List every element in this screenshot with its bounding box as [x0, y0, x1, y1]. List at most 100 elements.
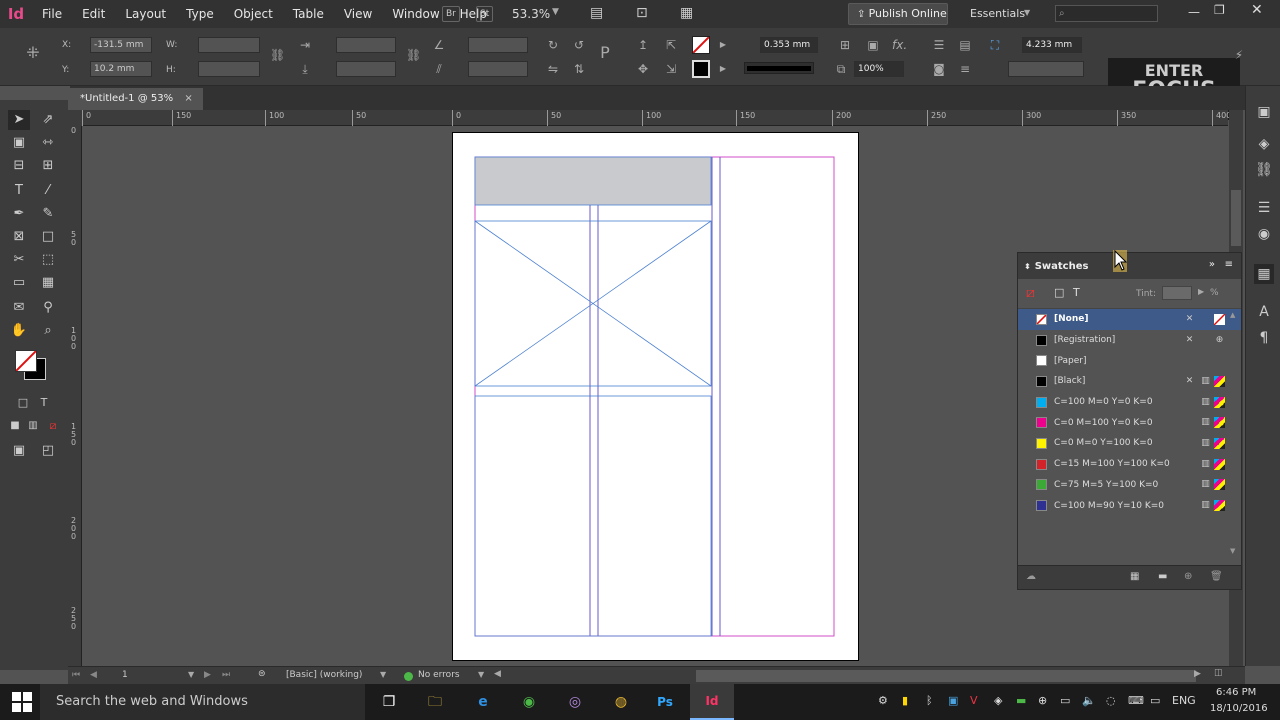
vertical-scroll-thumb[interactable] [1231, 190, 1241, 246]
swatches-panel-icon[interactable]: ▦ [1254, 264, 1274, 284]
first-page-icon[interactable]: ⏮ [72, 670, 80, 680]
master-label[interactable]: [Basic] (working) [286, 670, 362, 680]
keyboard-icon[interactable]: ⌨ [1128, 694, 1144, 707]
stroke-swatch[interactable] [692, 60, 710, 78]
tint-slider-icon[interactable]: ▶ [1198, 287, 1204, 296]
layers-panel-icon[interactable]: ◈ [1254, 134, 1274, 154]
height-field[interactable] [198, 61, 260, 77]
vertical-ruler[interactable]: 050100150200250 [68, 126, 82, 666]
stroke-dropdown-icon[interactable]: ▶ [716, 62, 730, 76]
clock-date[interactable]: 18/10/2016 [1210, 703, 1268, 714]
rotate-ccw-icon[interactable]: ↺ [572, 38, 586, 52]
zoom-tool-icon[interactable]: ⌕ [37, 321, 59, 341]
stroke-panel-icon[interactable]: ☰ [1254, 198, 1274, 218]
next-page-icon[interactable]: ▶ [204, 670, 211, 680]
last-page-icon[interactable]: ⏭ [222, 670, 230, 680]
formatting-container-icon[interactable]: □ [12, 393, 34, 413]
zoom-dropdown-icon[interactable]: ▼ [552, 7, 559, 17]
rotate-cw-icon[interactable]: ↻ [546, 38, 560, 52]
tray-app-icon-2[interactable]: ▮ [902, 694, 908, 707]
swatch-scrollbar[interactable]: ▲ ▼ [1230, 311, 1240, 555]
fill-swatch[interactable] [692, 36, 710, 54]
language-indicator[interactable]: ENG [1172, 694, 1196, 707]
view-options-icon[interactable]: ▤ [590, 5, 603, 21]
gap-tool-icon[interactable]: ⇿ [37, 133, 59, 153]
new-swatch-icon[interactable]: ⊕ [1184, 571, 1192, 582]
menu-type[interactable]: Type [176, 0, 224, 28]
text-wrap-none-icon[interactable]: ☰ [932, 38, 946, 52]
eyedropper-tool-icon[interactable]: ⚲ [37, 298, 59, 318]
tint-field[interactable] [1162, 286, 1192, 300]
selection-container-icon[interactable]: P [598, 45, 612, 61]
formatting-text-icon[interactable]: T [33, 393, 55, 413]
close-window-icon[interactable]: ✕ [1251, 2, 1263, 18]
clock-time[interactable]: 6:46 PM [1216, 687, 1256, 698]
text-wrap-shape-icon[interactable]: ◙ [932, 62, 946, 76]
select-next-icon[interactable]: ⇲ [664, 62, 678, 76]
search-input[interactable]: ⌕ [1055, 5, 1158, 22]
bluetooth-icon[interactable]: ᛒ [926, 694, 933, 707]
media-app-icon[interactable]: ◎ [562, 690, 588, 714]
swatch-views-icon[interactable]: ▦ [1130, 571, 1139, 582]
tray-app-icon-7[interactable]: ⊕ [1038, 694, 1047, 707]
previous-page-icon[interactable]: ◀ [90, 670, 97, 680]
document-tab-close-icon[interactable]: × [184, 93, 192, 104]
master-dropdown-icon[interactable]: ▼ [380, 670, 386, 679]
stroke-weight-field[interactable]: 0.353 mm [760, 37, 818, 53]
content-collector-icon[interactable]: ⊟ [8, 156, 30, 176]
frame-fitting-icon[interactable]: ⊞ [838, 38, 852, 52]
cortana-search-box[interactable]: Search the web and Windows [40, 684, 365, 720]
tray-app-icon-3[interactable]: ▣ [948, 694, 958, 707]
menu-object[interactable]: Object [224, 0, 283, 28]
scroll-left-icon[interactable]: ◀ [494, 669, 501, 679]
arrange-documents-icon[interactable]: ▦ [680, 5, 693, 21]
swatch-item[interactable]: [Black] ✕ ▥ [1018, 371, 1241, 392]
workspace-switcher[interactable]: Essentials [970, 7, 1025, 20]
view-toggle-icon[interactable]: ◫ [1214, 668, 1223, 678]
swatch-item[interactable]: [Registration] ✕ ⊕ [1018, 330, 1241, 351]
battery-icon[interactable]: ▭ [1060, 694, 1070, 707]
paragraph-styles-icon[interactable]: ¶ [1254, 328, 1274, 348]
photoshop-icon[interactable]: Ps [652, 690, 678, 714]
horizontal-ruler[interactable]: 0 150 100 50 0 50 100 150 200 250 300 350 400 [82, 110, 1231, 126]
swatch-item[interactable]: [Paper] [1018, 350, 1241, 371]
menu-file[interactable]: File [32, 0, 72, 28]
edge-browser-icon[interactable]: e [470, 690, 496, 714]
screen-mode-icon[interactable]: ⊡ [636, 5, 648, 21]
minimize-icon[interactable]: — [1188, 5, 1200, 19]
select-previous-icon[interactable]: ⇱ [664, 38, 678, 52]
fill-color-box[interactable] [15, 350, 37, 372]
content-placer-icon[interactable]: ⊞ [37, 156, 59, 176]
select-container-icon[interactable]: ↥ [636, 38, 650, 52]
menu-layout[interactable]: Layout [115, 0, 176, 28]
opacity-field[interactable]: 100% [854, 61, 904, 77]
scale-y-field[interactable] [336, 61, 396, 77]
note-tool-icon[interactable]: ✉ [8, 298, 30, 318]
zoom-level[interactable]: 53.3% [512, 7, 550, 21]
page-dropdown-icon[interactable]: ▼ [188, 670, 194, 679]
action-center-icon[interactable]: ▭ [1150, 694, 1160, 707]
type-tool-icon[interactable]: T [8, 181, 30, 201]
apply-none-icon[interactable]: ⧄ [42, 416, 64, 436]
pen-tool-icon[interactable]: ✒ [8, 204, 30, 224]
text-wrap-jump-icon[interactable]: ≡ [958, 62, 972, 76]
drop-shadow-icon[interactable]: ▣ [866, 38, 880, 52]
color-panel-icon[interactable]: ◉ [1254, 224, 1274, 244]
scroll-right-icon[interactable]: ▶ [1194, 669, 1201, 679]
hand-tool-icon[interactable]: ✋ [8, 321, 30, 341]
free-transform-tool-icon[interactable]: ⬚ [37, 250, 59, 270]
page-tool-icon[interactable]: ▣ [8, 133, 30, 153]
character-styles-icon[interactable]: A [1254, 302, 1274, 322]
flip-vertical-icon[interactable]: ⇅ [572, 62, 586, 76]
bridge-button[interactable]: Br [442, 6, 460, 22]
document-tab[interactable]: *Untitled-1 @ 53% × [70, 88, 203, 110]
scroll-down-icon[interactable]: ▼ [1230, 547, 1235, 555]
links-panel-icon[interactable]: ⛓ [1254, 160, 1274, 180]
preflight-errors[interactable]: No errors [418, 670, 460, 680]
collapse-panel-icon[interactable]: » [1209, 259, 1215, 270]
restore-icon[interactable]: ❐ [1214, 3, 1225, 17]
scale-x-field[interactable] [336, 37, 396, 53]
stroke-type-select[interactable] [744, 62, 814, 74]
tray-app-icon-6[interactable]: ▬ [1016, 694, 1026, 707]
collapse-icon[interactable]: ⬍ [1024, 262, 1031, 271]
